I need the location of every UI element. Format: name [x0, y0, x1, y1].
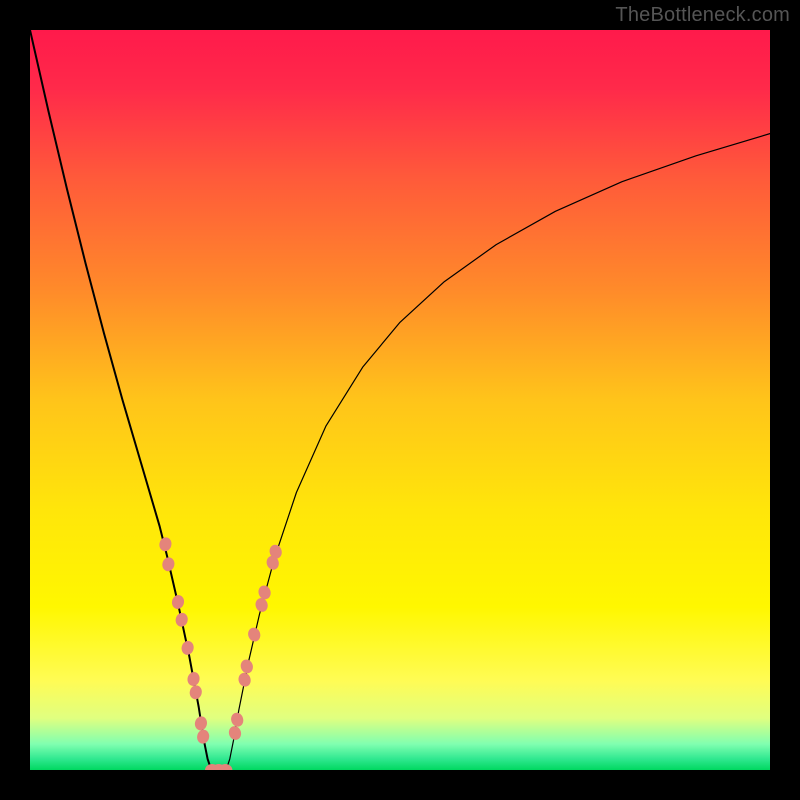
watermark-text: TheBottleneck.com	[615, 4, 790, 27]
chart-frame: TheBottleneck.com	[0, 0, 800, 800]
bottleneck-curve-chart	[30, 30, 770, 770]
gradient-background	[30, 30, 770, 770]
plot-area	[30, 30, 770, 770]
